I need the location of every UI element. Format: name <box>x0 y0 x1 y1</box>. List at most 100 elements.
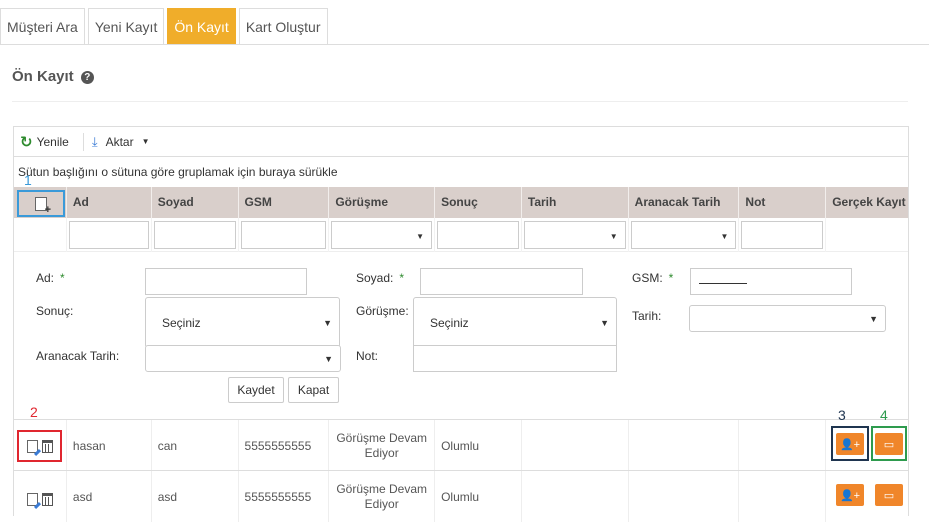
tab-on-kayit[interactable]: Ön Kayıt <box>167 8 236 45</box>
grid-toolbar: ↻ Yenile ⤓ Aktar ▼ <box>14 127 908 157</box>
annotation-1: 1 <box>24 172 32 188</box>
tab-musteri-ara[interactable]: Müşteri Ara <box>0 8 85 45</box>
filter-soyad-cell <box>152 218 239 252</box>
filter-not-input[interactable] <box>741 221 824 249</box>
filter-aranacak-cell: ▼ <box>629 218 740 252</box>
cell-gsm: 5555555555 <box>239 420 330 471</box>
grid-header: Ad Soyad GSM Görüşme Sonuç Tarih Aranaca… <box>14 187 908 218</box>
filter-ad-input[interactable] <box>68 221 149 249</box>
header-not[interactable]: Not <box>739 187 827 218</box>
refresh-icon: ↻ <box>20 133 33 151</box>
filter-aranacak-select[interactable]: ▼ <box>630 221 737 249</box>
filter-gsm-input[interactable] <box>240 221 327 249</box>
cell-sonuc: Olumlu <box>435 420 522 471</box>
cell-soyad: asd <box>152 471 239 522</box>
tarih-select[interactable]: ▼ <box>689 305 886 332</box>
sonuc-select[interactable]: Seçiniz ▼ <box>145 297 340 348</box>
table-row: asd asd 5555555555 Görüşme Devam Ediyor … <box>14 470 908 522</box>
caret-down-icon: ▼ <box>141 137 150 146</box>
filter-ad-cell <box>67 218 152 252</box>
row-actions <box>14 420 67 471</box>
header-tarih[interactable]: Tarih <box>522 187 629 218</box>
header-gercek-kayit[interactable]: Gerçek Kayıt <box>826 187 908 218</box>
cell-aranacak <box>629 471 740 522</box>
soyad-label: Soyad: * <box>356 271 405 285</box>
cell-not <box>739 471 827 522</box>
id-card-icon: ▭ <box>883 438 895 451</box>
ad-input[interactable] <box>145 268 307 295</box>
export-button[interactable]: ⤓ Aktar ▼ <box>92 134 150 150</box>
user-plus-icon: 👤+ <box>839 489 861 502</box>
header-ad[interactable]: Ad <box>67 187 152 218</box>
filter-tarih-cell: ▼ <box>522 218 629 252</box>
save-button[interactable]: Kaydet <box>228 377 284 403</box>
filter-gorusme-select[interactable]: ▼ <box>331 221 433 249</box>
id-card-icon: ▭ <box>883 489 895 502</box>
aranacak-tarih-select[interactable]: ▼ <box>145 345 341 372</box>
gsm-input[interactable] <box>690 268 852 295</box>
cell-soyad: can <box>152 420 239 471</box>
filter-gsm-cell <box>239 218 330 252</box>
header-sonuc[interactable]: Sonuç <box>435 187 522 218</box>
divider <box>12 101 908 102</box>
sonuc-select-value: Seçiniz <box>162 315 201 330</box>
header-gsm[interactable]: GSM <box>239 187 330 218</box>
create-card-button[interactable]: ▭ <box>875 433 903 455</box>
filter-empty <box>14 218 67 252</box>
header-soyad[interactable]: Soyad <box>152 187 239 218</box>
pre-registration-grid: ↻ Yenile ⤓ Aktar ▼ Sütun başlığını o süt… <box>13 126 909 522</box>
gorusme-select[interactable]: Seçiniz ▼ <box>413 297 617 348</box>
filter-sonuc-input[interactable] <box>437 221 519 249</box>
header-gorusme[interactable]: Görüşme <box>329 187 436 218</box>
cell-ad: hasan <box>67 420 152 471</box>
dropdown-arrow-icon: ▼ <box>720 232 729 241</box>
cell-not <box>739 420 827 471</box>
dropdown-arrow-icon: ▼ <box>323 317 332 328</box>
not-label: Not: <box>356 349 379 363</box>
annotation-3: 3 <box>838 407 846 423</box>
filter-gorusme-cell: ▼ <box>329 218 436 252</box>
export-label: Aktar <box>105 134 134 149</box>
gsm-label: GSM: * <box>632 271 674 285</box>
gsm-mask <box>699 283 747 284</box>
refresh-label: Yenile <box>36 134 69 149</box>
refresh-button[interactable]: ↻ Yenile <box>20 133 69 151</box>
soyad-input[interactable] <box>420 268 583 295</box>
help-icon[interactable]: ? <box>80 71 94 84</box>
tab-bar: Müşteri Ara Yeni Kayıt Ön Kayıt Kart Olu… <box>0 8 331 45</box>
edit-icon[interactable] <box>26 492 38 506</box>
add-record-button[interactable] <box>17 190 65 217</box>
gorusme-label: Görüşme: <box>356 304 409 318</box>
filter-soyad-input[interactable] <box>153 221 236 249</box>
header-aranacak-tarih[interactable]: Aranacak Tarih <box>629 187 740 218</box>
cell-tarih <box>522 471 629 522</box>
gorusme-select-value: Seçiniz <box>430 315 469 330</box>
not-input[interactable] <box>413 345 617 372</box>
dropdown-arrow-icon: ▼ <box>869 313 878 324</box>
inline-edit-form: Ad: * Soyad: * GSM: * Sonuç: Seçiniz ▼ Görü… <box>14 252 908 422</box>
dropdown-arrow-icon: ▼ <box>609 232 618 241</box>
tab-kart-olustur[interactable]: Kart Oluştur <box>238 8 328 45</box>
tab-yeni-kayit[interactable]: Yeni Kayıt <box>87 8 165 45</box>
download-icon: ⤓ <box>91 133 98 149</box>
filter-tarih-select[interactable]: ▼ <box>523 221 626 249</box>
page-title: Ön Kayıt <box>12 68 74 85</box>
row-action-box <box>17 430 62 462</box>
add-document-icon <box>35 196 51 216</box>
user-plus-icon: 👤+ <box>839 438 861 451</box>
close-button[interactable]: Kapat <box>288 377 339 403</box>
convert-to-customer-button[interactable]: 👤+ <box>836 433 864 455</box>
edit-icon[interactable] <box>26 439 38 453</box>
cell-sonuc: Olumlu <box>435 471 522 522</box>
cell-gorusme: Görüşme Devam Ediyor <box>329 420 436 471</box>
dropdown-arrow-icon: ▼ <box>600 317 609 328</box>
ad-label: Ad: * <box>36 271 65 285</box>
trash-icon[interactable] <box>41 439 53 453</box>
table-row: hasan can 5555555555 Görüşme Devam Ediyo… <box>14 419 908 471</box>
annotation-4: 4 <box>880 407 888 423</box>
filter-gercek-cell <box>826 218 908 252</box>
cell-gorusme: Görüşme Devam Ediyor <box>329 471 436 522</box>
trash-icon[interactable] <box>41 492 53 506</box>
filter-row: ▼ ▼ ▼ <box>14 218 908 252</box>
cell-tarih <box>522 420 629 471</box>
